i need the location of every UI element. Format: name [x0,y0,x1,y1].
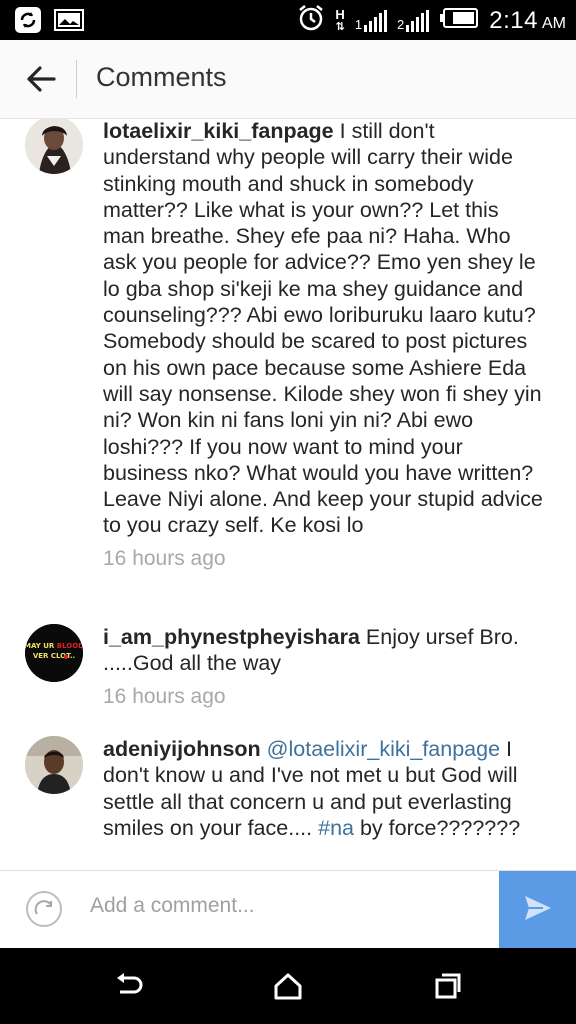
avatar[interactable]: MAY UR BLOOD VER CLOT.. [25,624,83,682]
alarm-icon [297,4,325,37]
comment-body: lotaelixir_kiki_fanpage I still don't un… [103,118,543,572]
comment-username[interactable]: adeniyijohnson [103,737,261,761]
comment-input[interactable]: Add a comment... [90,894,255,918]
send-icon [523,894,553,927]
recents-icon[interactable] [428,966,468,1006]
svg-text:VER CLOT..: VER CLOT.. [33,652,75,660]
status-bar: H ⇅ 1 2 2:14 AM [0,0,576,40]
app-header: Comments [0,40,576,119]
comment-mention[interactable]: @lotaelixir_kiki_fanpage [267,737,500,761]
comment-timestamp: 16 hours ago [103,546,226,570]
comment-timestamp: 16 hours ago [103,684,226,708]
camera-icon[interactable] [26,891,62,927]
comment-composer: Add a comment... [0,870,576,949]
svg-text:MAY UR BLOOD: MAY UR BLOOD [25,642,83,650]
sync-icon [14,6,42,39]
comment-body: adeniyijohnson @lotaelixir_kiki_fanpage … [103,736,543,841]
header-divider [76,60,77,98]
back-arrow-icon[interactable] [22,60,60,98]
back-nav-icon[interactable] [108,966,148,1006]
comment-hashtag[interactable]: #na [318,816,354,840]
comment-list[interactable]: lotaelixir_kiki_fanpage I still don't un… [0,118,576,870]
comment-text: by force??????? [359,815,521,840]
page-title: Comments [96,62,227,92]
network-h-icon: H ⇅ [335,6,345,33]
clock: 2:14 AM [489,6,566,34]
navigation-bar [0,948,576,1024]
battery-icon [439,7,479,34]
avatar[interactable] [25,118,83,174]
comment-body: i_am_phynestpheyishara Enjoy ursef Bro. … [103,624,543,710]
signal-sim1-icon: 1 [355,9,388,32]
gallery-icon [54,8,84,37]
comment-text: I still don't understand why people will… [103,119,543,538]
comment-username[interactable]: i_am_phynestpheyishara [103,625,360,649]
signal-sim2-icon: 2 [397,9,430,32]
avatar[interactable] [25,736,83,794]
comment-username[interactable]: lotaelixir_kiki_fanpage [103,119,334,143]
home-icon[interactable] [268,966,308,1006]
send-button[interactable] [499,871,576,949]
